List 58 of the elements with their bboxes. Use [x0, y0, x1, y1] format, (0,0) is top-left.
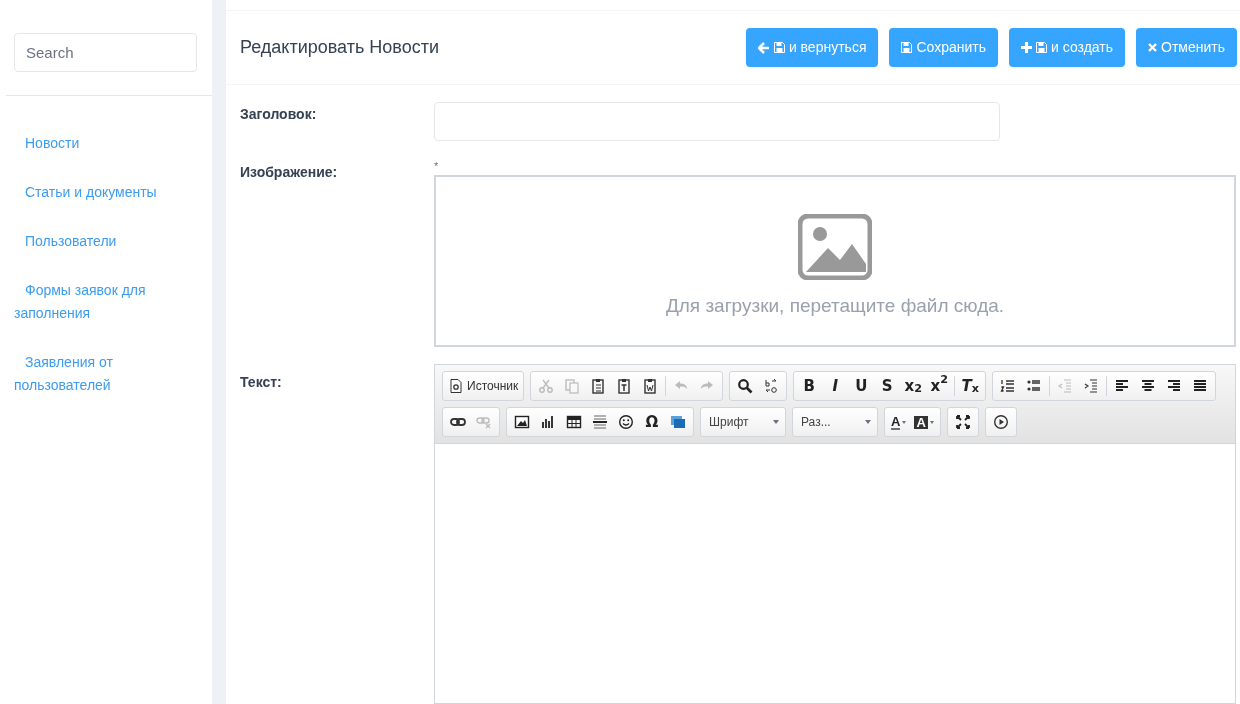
maximize-icon: [954, 414, 971, 430]
caret-icon: [929, 420, 934, 424]
copy-icon: [564, 378, 581, 394]
title-input[interactable]: [434, 102, 1000, 141]
bullet-list-icon: [1026, 378, 1043, 394]
floppy-icon: [773, 42, 785, 53]
search-icon: [737, 378, 754, 394]
required-mark: *: [434, 160, 439, 174]
align-left-icon: [1114, 378, 1131, 394]
clipboard-icon: [616, 378, 633, 394]
format-button[interactable]: U: [848, 373, 875, 399]
page-title: Редактировать Новости: [240, 36, 440, 59]
table-icon: [566, 414, 582, 430]
format-button[interactable]: x$_{2}$: [900, 373, 927, 399]
text-color-button[interactable]: A: [887, 409, 911, 435]
format-button[interactable]: T$_{x}$: [957, 373, 984, 399]
clipboard-icon: [642, 378, 659, 394]
format-button[interactable]: S: [874, 373, 901, 399]
plus-icon: [1021, 42, 1033, 53]
horizontal-line-icon: [592, 414, 608, 430]
clipboard-icon: [590, 378, 607, 394]
field-label: Заголовок:: [240, 106, 317, 122]
caret-icon: [865, 420, 871, 424]
image-icon: [798, 213, 872, 280]
search-field[interactable]: Search: [14, 33, 197, 72]
scissors-icon: [538, 378, 555, 394]
format-button[interactable]: I: [822, 373, 849, 399]
caret-icon: [902, 420, 907, 424]
window-icon: [670, 414, 686, 430]
floppy-icon: [1036, 42, 1048, 53]
numbered-list-icon: [1000, 378, 1017, 394]
dropzone-text: Для загрузки, перетащите файл сюда.: [665, 293, 1005, 318]
format-button[interactable]: Ω: [639, 409, 665, 435]
format-button[interactable]: x$^{2}$: [926, 373, 953, 399]
source-button[interactable]: Источник: [445, 373, 522, 399]
outdent-icon: [1057, 378, 1074, 394]
dropdown[interactable]: Шрифт: [700, 407, 786, 437]
close-icon: [1148, 43, 1157, 52]
text-editor[interactable]: Источник B I U S x$_{2}$ x$^{2}$ T$_{x}$ Ω Шрифт Раз... A A: [434, 364, 1236, 704]
align-right-icon: [1166, 378, 1183, 394]
replace-icon: [763, 378, 780, 394]
unlink-icon: [476, 414, 492, 430]
caret-icon: [773, 420, 779, 424]
indent-icon: [1083, 378, 1100, 394]
justify-icon: [1192, 378, 1209, 394]
arrow-left-icon: [757, 41, 770, 54]
play-icon: [992, 414, 1009, 430]
smiley-icon: [618, 414, 634, 430]
image-icon: [514, 414, 530, 430]
floppy-icon: [901, 42, 913, 53]
align-center-icon: [1140, 378, 1157, 394]
dropdown[interactable]: Раз...: [792, 407, 878, 437]
bg-color-button[interactable]: A: [910, 409, 938, 435]
bar-chart-icon: [540, 414, 556, 430]
format-button[interactable]: B: [796, 373, 823, 399]
field-label: Изображение:: [240, 164, 338, 180]
field-label: Текст:: [240, 374, 282, 390]
document-icon: [448, 378, 464, 394]
